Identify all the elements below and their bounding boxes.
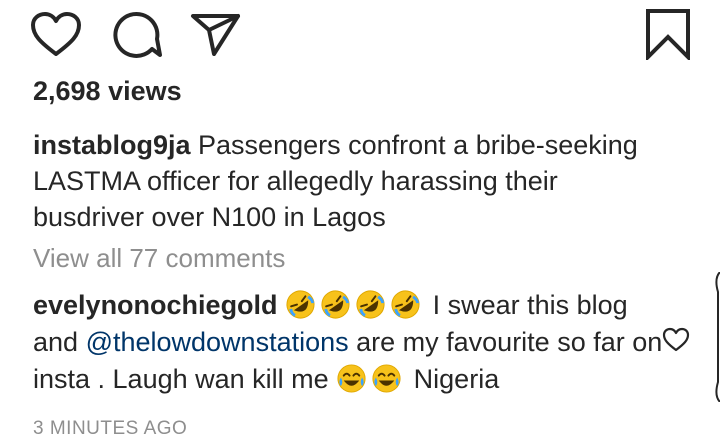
speech-bubble-icon[interactable] [110, 11, 162, 59]
rolling-on-floor-laughing-emoji-icon [355, 289, 386, 320]
rolling-on-floor-laughing-emoji-icon [390, 289, 421, 320]
rolling-on-floor-laughing-emoji-icon [320, 289, 351, 320]
comment: evelynonochiegold I swear this blog and … [33, 287, 663, 398]
post-caption: instablog9ja Passengers confront a bribe… [33, 127, 673, 235]
mention-link[interactable]: @thelowdownstations [86, 327, 349, 357]
action-bar [0, 0, 720, 70]
partial-overlay-edge [715, 272, 720, 402]
caption-username[interactable]: instablog9ja [33, 130, 191, 160]
heart-icon[interactable] [30, 11, 82, 57]
heart-outline-icon[interactable] [662, 327, 690, 353]
timestamp: 3 MINUTES AGO [33, 418, 188, 439]
view-all-comments-link[interactable]: View all 77 comments [33, 243, 285, 274]
tears-of-joy-emoji-icon [371, 363, 402, 394]
view-count[interactable]: 2,698 views [33, 76, 182, 107]
tears-of-joy-emoji-icon [336, 363, 367, 394]
bookmark-icon[interactable] [644, 8, 692, 60]
paper-plane-icon[interactable] [190, 12, 242, 56]
comment-username[interactable]: evelynonochiegold [33, 290, 278, 320]
rolling-on-floor-laughing-emoji-icon [285, 289, 316, 320]
comment-text-part-3: Nigeria [406, 364, 500, 394]
